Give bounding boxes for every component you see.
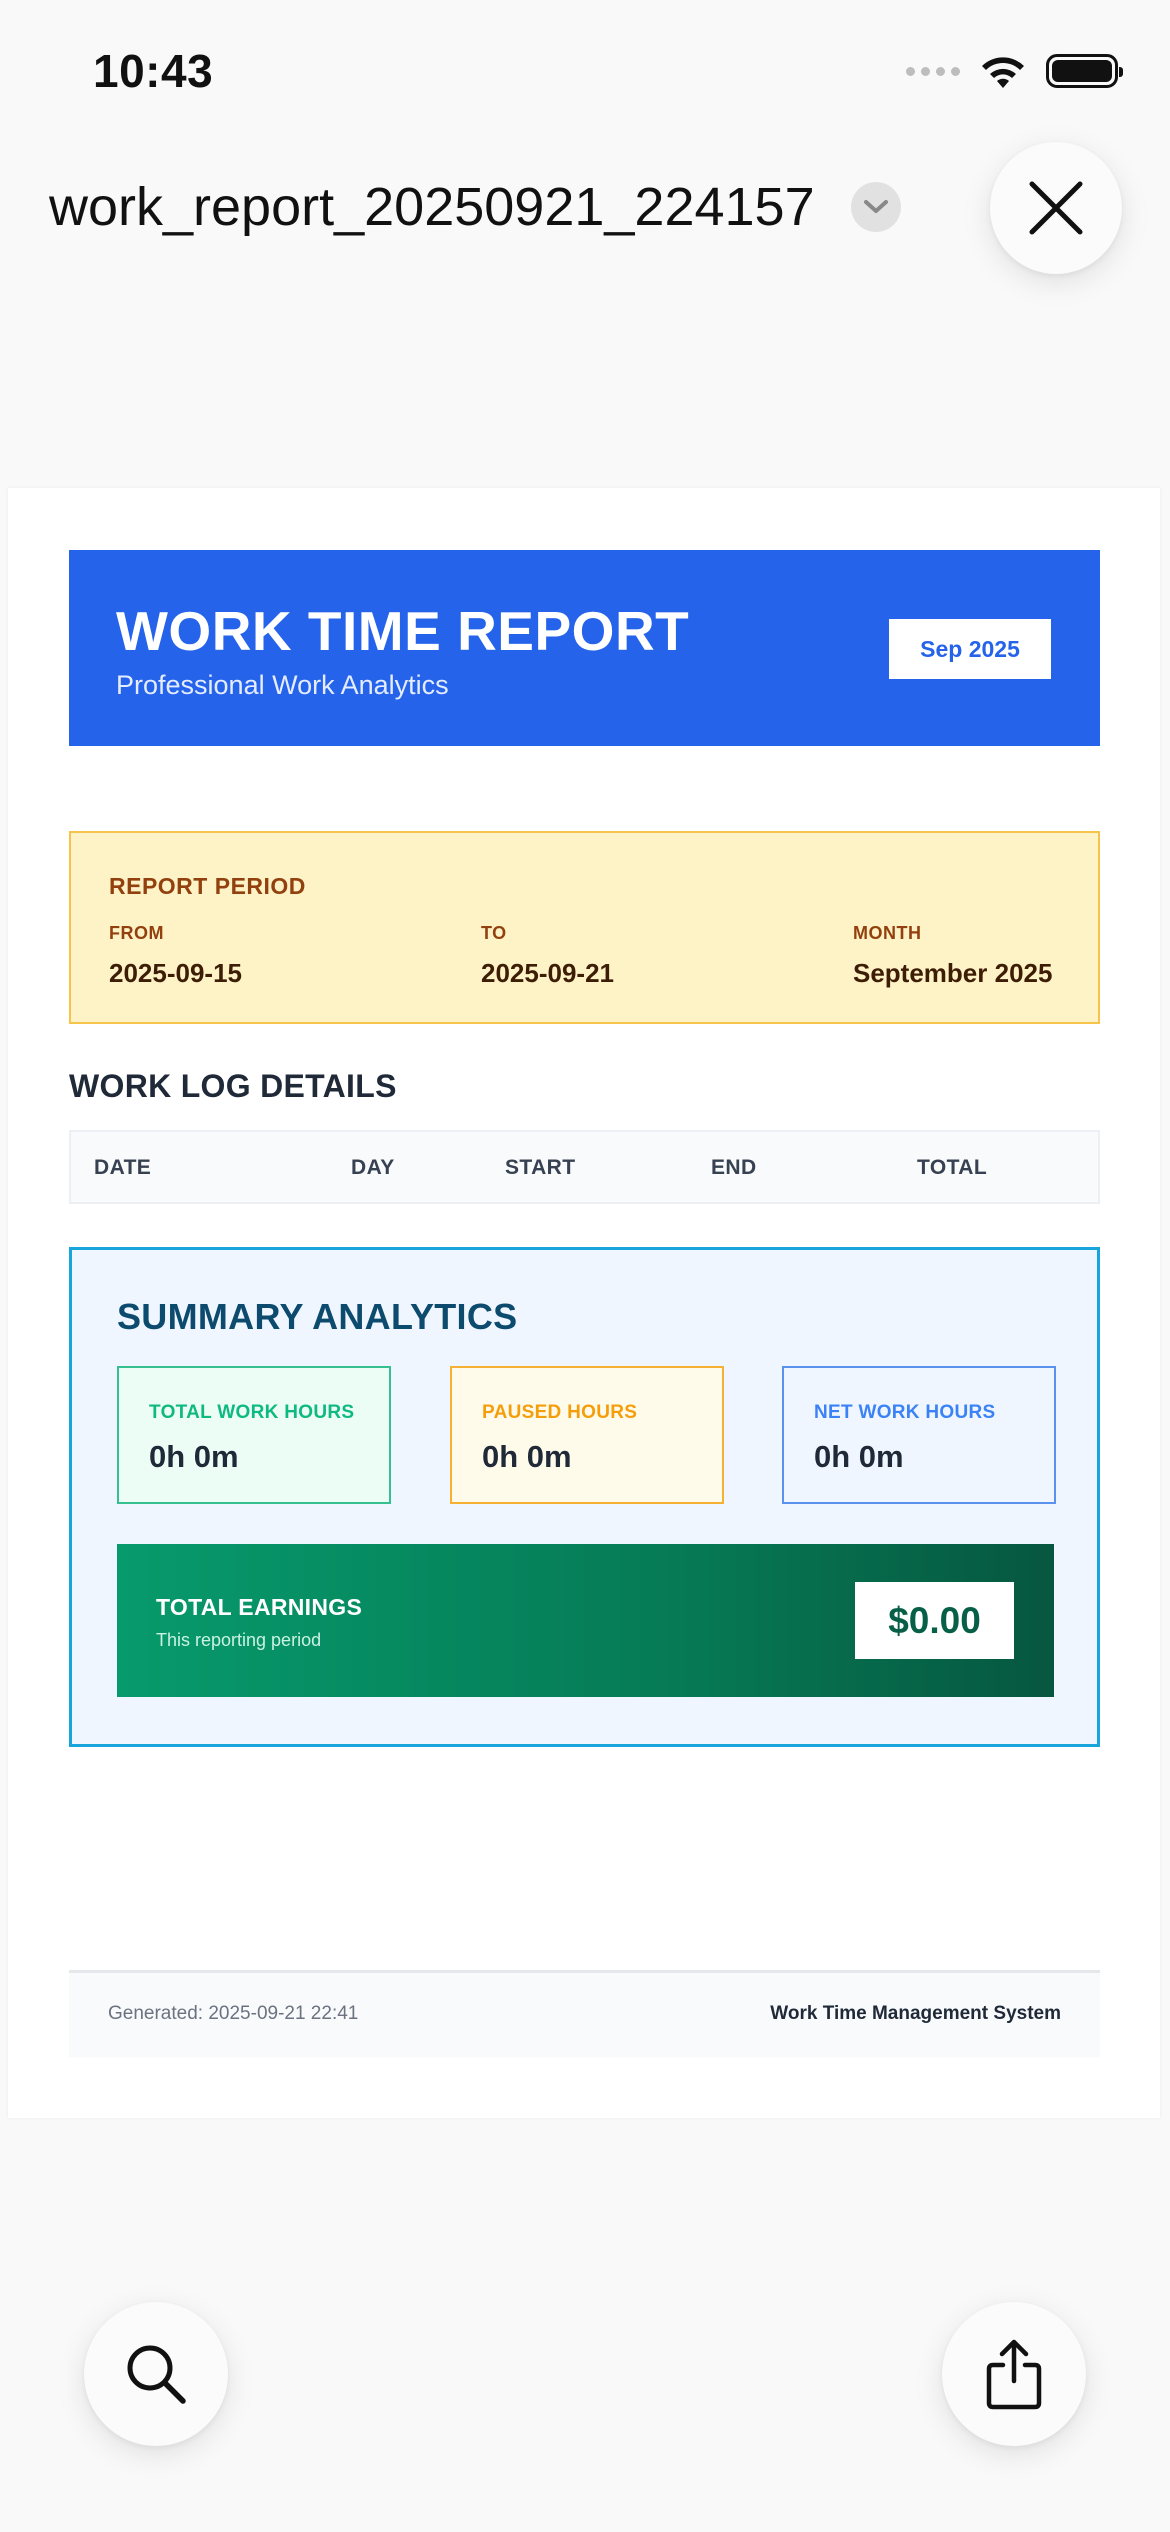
earnings-subtitle: This reporting period [156,1630,322,1650]
month-label: MONTH [853,923,922,943]
close-icon [1029,181,1083,235]
total-work-hours-card: TOTAL WORK HOURS 0h 0m [117,1366,391,1504]
stat-label: NET WORK HOURS [814,1402,996,1423]
stat-value: 0h 0m [482,1439,572,1474]
summary-title: SUMMARY ANALYTICS [117,1296,518,1337]
net-work-hours-card: NET WORK HOURS 0h 0m [782,1366,1056,1504]
to-value: 2025-09-21 [481,958,614,988]
column-header-date: DATE [94,1156,152,1179]
document-page[interactable]: WORK TIME REPORT Professional Work Analy… [8,488,1160,2118]
paused-hours-card: PAUSED HOURS 0h 0m [450,1366,724,1504]
earnings-amount: $0.00 [855,1582,1014,1659]
earnings-title: TOTAL EARNINGS [156,1594,363,1620]
column-header-start: START [505,1156,576,1179]
search-icon [127,2345,186,2404]
column-header-day: DAY [351,1156,395,1179]
period-to: TO 2025-09-21 [481,923,614,989]
report-footer: Generated: 2025-09-21 22:41 Work Time Ma… [69,1970,1100,2057]
title-menu-button[interactable] [851,182,901,232]
chevron-down-icon [864,200,888,213]
report-subtitle: Professional Work Analytics [116,670,449,700]
generated-timestamp: Generated: 2025-09-21 22:41 [108,2003,359,2024]
share-icon [986,2339,1042,2410]
to-label: TO [481,923,507,943]
file-title[interactable]: work_report_20250921_224157 [49,176,815,238]
stat-value: 0h 0m [814,1439,904,1474]
share-button[interactable] [942,2302,1086,2446]
from-value: 2025-09-15 [109,958,242,988]
stat-label: PAUSED HOURS [482,1402,638,1423]
system-name: Work Time Management System [770,2003,1061,2024]
summary-analytics: SUMMARY ANALYTICS TOTAL WORK HOURS 0h 0m… [69,1247,1100,1747]
column-header-end: END [711,1156,757,1179]
column-header-total: TOTAL [917,1156,988,1179]
period-month: MONTH September 2025 [853,923,1052,989]
month-value: September 2025 [853,958,1053,988]
status-icons [906,52,1123,90]
report-title: WORK TIME REPORT [116,600,690,662]
total-earnings-panel: TOTAL EARNINGS This reporting period $0.… [117,1544,1054,1697]
month-badge: Sep 2025 [889,619,1051,679]
period-from: FROM 2025-09-15 [109,923,242,989]
work-log-title: WORK LOG DETAILS [69,1068,397,1104]
search-button[interactable] [84,2302,228,2446]
period-heading: REPORT PERIOD [109,873,306,899]
work-log-table-header: DATE DAY START END TOTAL [69,1130,1100,1204]
close-button[interactable] [990,142,1122,274]
status-time: 10:43 [93,45,214,97]
stat-label: TOTAL WORK HOURS [149,1402,355,1423]
report-period-box: REPORT PERIOD FROM 2025-09-15 TO 2025-09… [69,831,1100,1024]
wifi-icon [982,57,1024,88]
signal-dots-icon [906,66,960,76]
battery-icon [1046,54,1123,88]
from-label: FROM [109,923,164,943]
report-banner: WORK TIME REPORT Professional Work Analy… [69,550,1100,746]
stat-value: 0h 0m [149,1439,239,1474]
